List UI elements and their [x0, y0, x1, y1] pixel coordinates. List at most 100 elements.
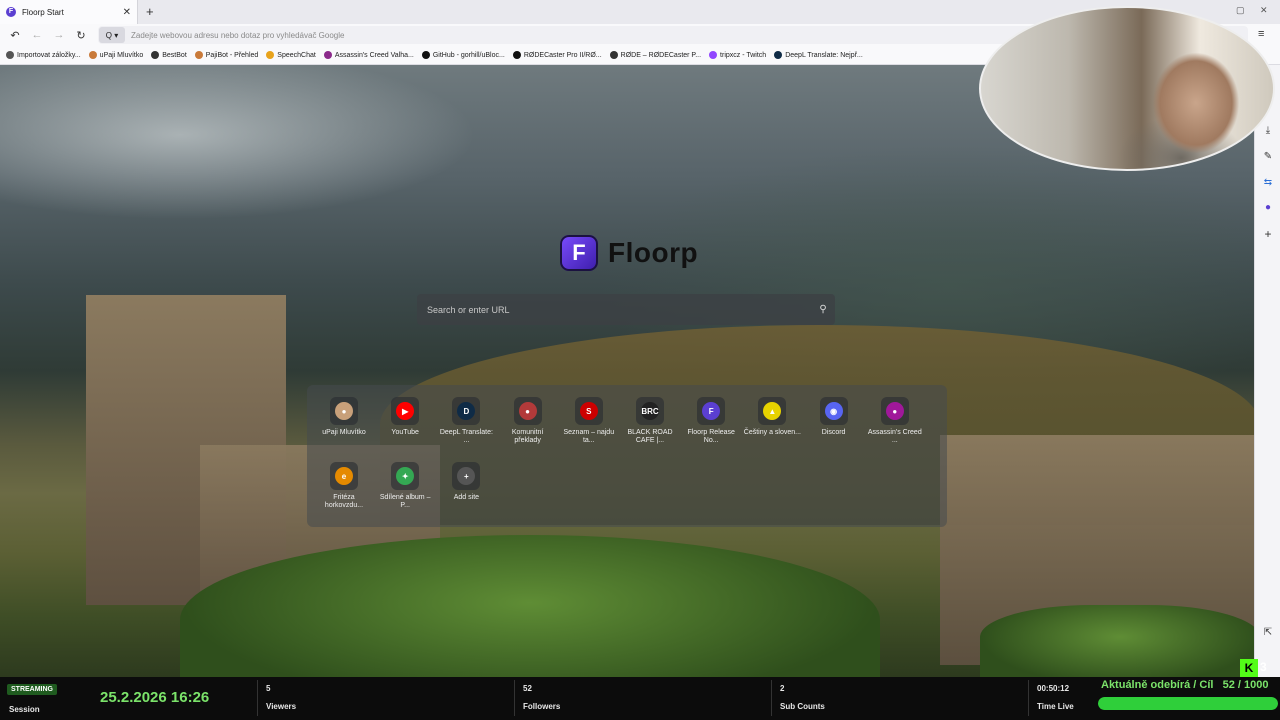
- site-glyph-icon: S: [579, 402, 598, 420]
- site-glyph-icon: +: [457, 467, 476, 485]
- followers-value: 52: [523, 684, 532, 693]
- bookmark-item[interactable]: RØDECaster Pro II/RØ...: [512, 51, 602, 59]
- top-site-label: Fritéza horkovzdu...: [324, 494, 364, 509]
- site-glyph-icon: ▶: [396, 402, 415, 420]
- top-site-label: Add site: [453, 494, 480, 501]
- export-icon[interactable]: ⇱: [1261, 627, 1275, 638]
- sub-goal-progress-fill: [1098, 697, 1278, 710]
- search-icon[interactable]: ⚲: [811, 304, 835, 315]
- viewers-label: Viewers: [266, 702, 297, 711]
- top-site-tile[interactable]: e Fritéza horkovzdu...: [315, 462, 373, 510]
- bookmark-label: GitHub - gorhill/uBloc...: [432, 51, 505, 59]
- top-site-label: Assassin's Creed ...: [867, 429, 922, 444]
- top-site-label: Sdílené album – P...: [379, 494, 431, 509]
- right-sidebar: ⤓ ✎ ⇆ ● + ⇱: [1254, 65, 1280, 677]
- floorp-wordmark: Floorp: [608, 237, 699, 268]
- edit-icon[interactable]: ✎: [1261, 151, 1275, 162]
- top-site-tile[interactable]: D DeepL Translate: ...: [437, 397, 495, 445]
- floorp-icon: F: [6, 7, 16, 17]
- top-site-tile[interactable]: ▲ Češtiny a sloven...: [743, 397, 801, 437]
- kick-logo-icon: K: [1240, 659, 1258, 677]
- bookmark-item[interactable]: BestBot: [151, 51, 187, 59]
- top-site-label: Floorp Release No...: [687, 429, 735, 444]
- bookmark-favicon-icon: [151, 51, 160, 59]
- bookmark-label: SpeechChat: [277, 51, 316, 59]
- sub-goal-label: Aktuálně odebírá / Cíl: [1101, 679, 1214, 691]
- bookmark-favicon-icon: [512, 51, 521, 59]
- tab-close-icon[interactable]: ✕: [123, 7, 131, 18]
- restore-icon[interactable]: ▢: [1236, 5, 1245, 16]
- back-icon[interactable]: ↶: [4, 29, 26, 42]
- top-site-tile[interactable]: ✦ Sdílené album – P...: [376, 462, 434, 510]
- kick-count: 3: [1260, 660, 1267, 674]
- top-site-icon: ✦: [391, 462, 420, 490]
- bookmark-label: Importovat záložky...: [17, 51, 81, 59]
- stream-datetime: 25.2.2026 16:26: [100, 689, 210, 706]
- top-site-icon: S: [574, 397, 603, 425]
- bookmark-item[interactable]: RØDE – RØDECaster P...: [609, 51, 702, 59]
- top-site-tile[interactable]: ◉ Discord: [805, 397, 863, 437]
- bookmark-item[interactable]: Assassin's Creed Valha...: [323, 51, 414, 59]
- new-tab-button[interactable]: +: [146, 4, 154, 20]
- streaming-badge: STREAMING: [7, 684, 57, 695]
- back-arrow-icon[interactable]: ←: [26, 29, 48, 41]
- floorp-logo: F Floorp: [560, 235, 698, 271]
- top-site-tile[interactable]: ● uPaji Mluvítko: [315, 397, 373, 437]
- webcam-overlay: [979, 6, 1275, 171]
- top-site-icon: ▲: [758, 397, 787, 425]
- bookmark-item[interactable]: DeepL Translate: Nejpř...: [774, 51, 863, 59]
- stats-divider: [771, 680, 772, 716]
- site-glyph-icon: e: [335, 467, 353, 485]
- top-site-icon: ●: [880, 397, 909, 425]
- reload-icon[interactable]: ↻: [70, 29, 92, 42]
- bookmark-favicon-icon: [609, 51, 618, 59]
- bookmark-item[interactable]: SpeechChat: [266, 51, 316, 59]
- top-site-icon: ◉: [819, 397, 848, 425]
- forward-arrow-icon[interactable]: →: [48, 29, 70, 41]
- newtab-search-input[interactable]: [417, 304, 811, 315]
- top-site-tile[interactable]: F Floorp Release No...: [682, 397, 740, 445]
- top-site-icon: BRC: [636, 397, 664, 425]
- top-site-tile[interactable]: ● Komunitní překlady: [499, 397, 557, 445]
- translate-icon[interactable]: ⇆: [1261, 177, 1275, 188]
- site-glyph-icon: ✦: [396, 467, 415, 485]
- top-site-icon: ●: [513, 397, 542, 425]
- bookmark-item[interactable]: Importovat záložky...: [6, 51, 81, 59]
- url-input[interactable]: [125, 30, 725, 40]
- top-site-tile[interactable]: ● Assassin's Creed ...: [866, 397, 924, 445]
- tab-title: Floorp Start: [22, 7, 64, 17]
- bookmark-item[interactable]: PajiBot - Přehled: [194, 51, 258, 59]
- top-site-tile[interactable]: S Seznam – najdu ta...: [560, 397, 618, 445]
- bookmark-item[interactable]: tripxcz - Twitch: [709, 51, 766, 59]
- site-glyph-icon: ◉: [824, 402, 843, 420]
- session-label: Session: [9, 705, 40, 714]
- top-sites-panel: ● uPaji Mluvítko ▶ YouTube D DeepL Translate:…: [307, 385, 947, 527]
- download-icon[interactable]: ⤓: [1261, 125, 1275, 136]
- newtab-search-box[interactable]: ⚲: [417, 294, 835, 325]
- top-site-label: Discord: [821, 429, 846, 436]
- top-site-tile[interactable]: ▶ YouTube: [376, 397, 434, 437]
- sub-goal-count: 52 / 1000: [1222, 679, 1269, 691]
- top-site-label: Češtiny a sloven...: [743, 429, 801, 436]
- site-glyph-icon: D: [457, 402, 476, 420]
- bookmark-label: Assassin's Creed Valha...: [334, 51, 414, 59]
- floorp-sidebar-icon[interactable]: ●: [1261, 202, 1275, 213]
- bookmark-favicon-icon: [88, 51, 97, 59]
- tab-floorp-start[interactable]: F Floorp Start ✕: [0, 0, 138, 24]
- window-close-icon[interactable]: ✕: [1260, 5, 1268, 16]
- top-site-label: BLACK ROAD CAFE |...: [627, 429, 673, 444]
- site-glyph-icon: BRC: [641, 402, 659, 420]
- add-panel-icon[interactable]: +: [1261, 227, 1275, 241]
- subs-value: 2: [780, 684, 785, 693]
- bookmark-label: RØDECaster Pro II/RØ...: [523, 51, 602, 59]
- top-site-label: DeepL Translate: ...: [439, 429, 493, 444]
- menu-icon[interactable]: ≡: [1258, 28, 1264, 40]
- bookmark-item[interactable]: uPaji Mluvítko: [88, 51, 143, 59]
- top-site-tile[interactable]: BRC BLACK ROAD CAFE |...: [621, 397, 679, 445]
- bookmark-favicon-icon: [6, 51, 14, 59]
- top-site-tile[interactable]: + Add site: [437, 462, 495, 502]
- bookmark-item[interactable]: GitHub - gorhill/uBloc...: [421, 51, 505, 59]
- bookmark-label: RØDE – RØDECaster P...: [620, 51, 702, 59]
- stats-divider: [514, 680, 515, 716]
- search-engine-selector[interactable]: Q ▾: [99, 27, 125, 43]
